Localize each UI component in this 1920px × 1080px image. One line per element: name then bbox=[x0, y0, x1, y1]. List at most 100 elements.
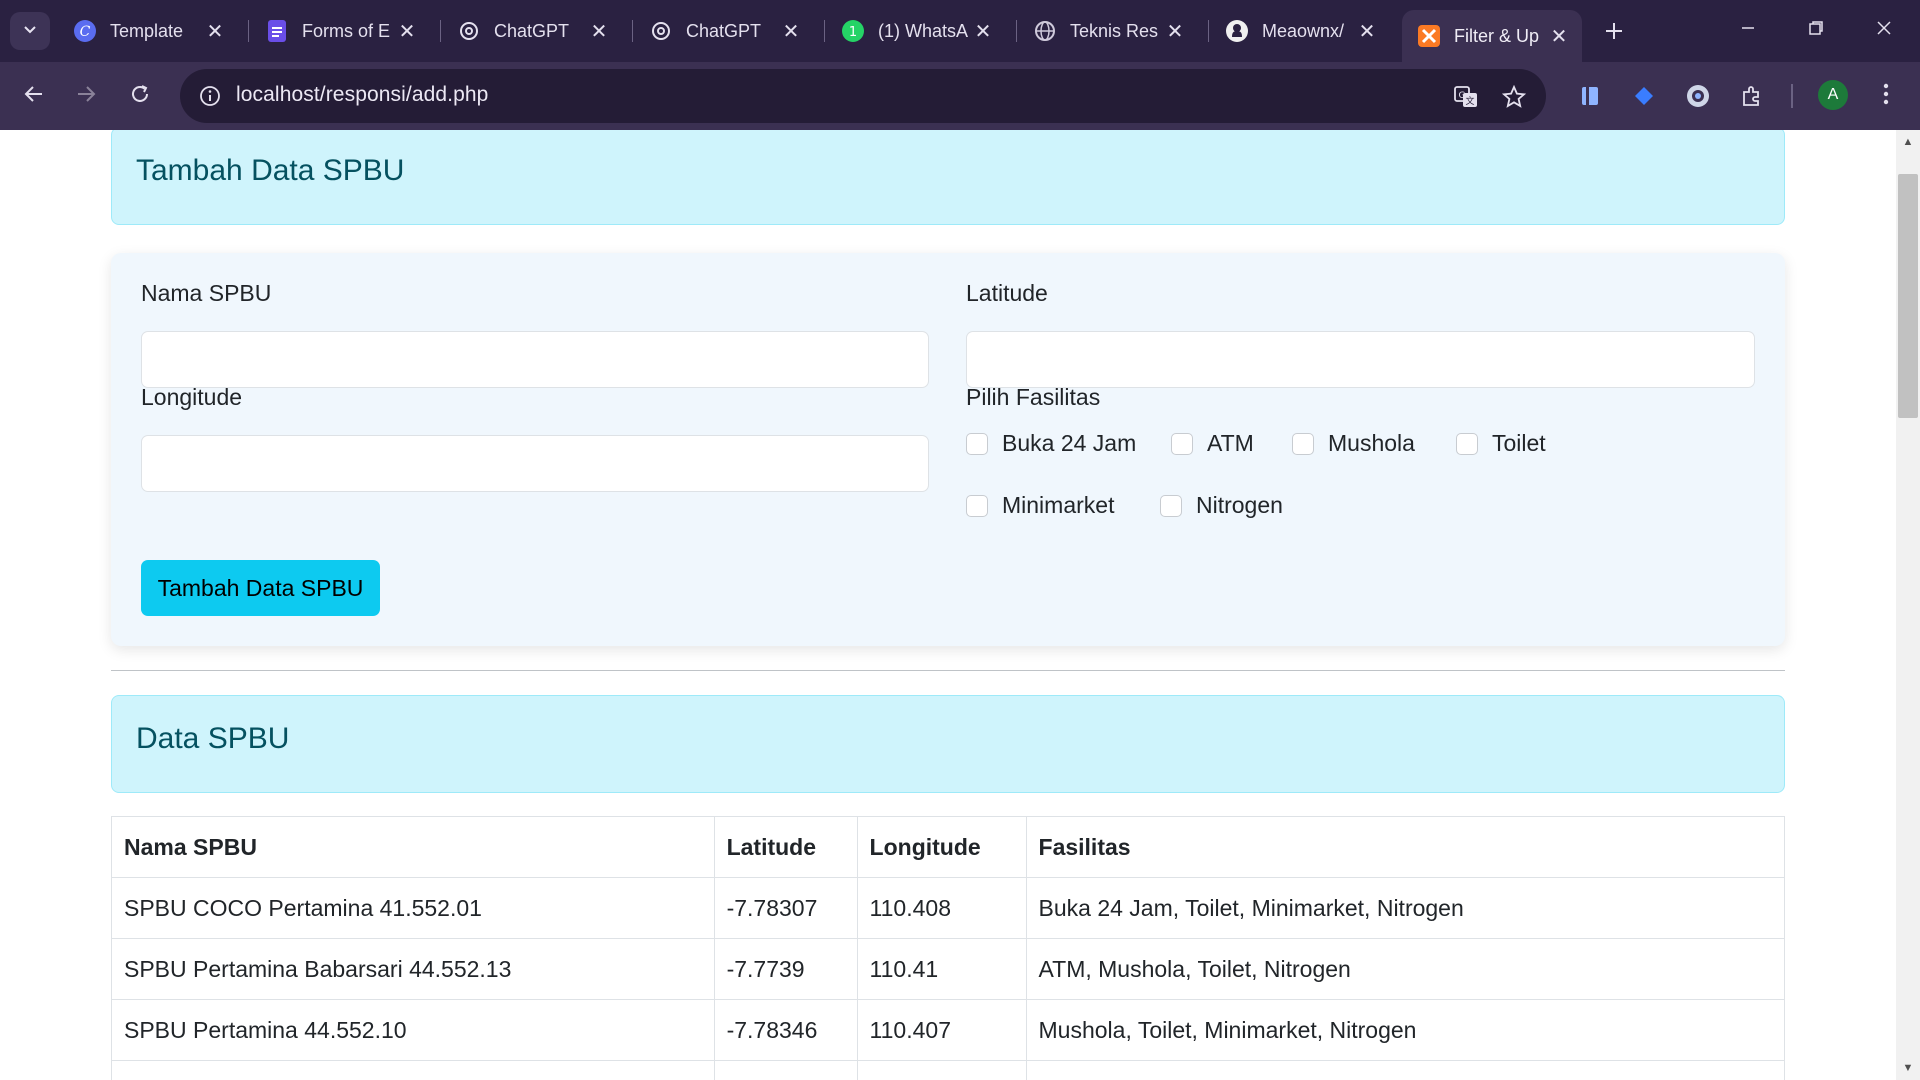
browser-tab[interactable]: Teknis Res ✕ bbox=[1018, 10, 1198, 52]
fasilitas-checkbox-buka-24-jam[interactable]: Buka 24 Jam bbox=[966, 430, 1136, 457]
close-icon[interactable]: ✕ bbox=[778, 19, 804, 44]
add-spbu-form: Nama SPBU Latitude Longitude Pilih Fasil… bbox=[111, 253, 1785, 646]
section-divider bbox=[111, 670, 1785, 671]
back-button[interactable] bbox=[12, 74, 56, 118]
table-cell: SPBU COCO Pertamina 41.552.01 bbox=[111, 877, 715, 939]
tab-divider bbox=[1016, 20, 1017, 42]
tab-title: Teknis Res bbox=[1070, 20, 1159, 41]
scroll-down-arrow-icon[interactable]: ▼ bbox=[1902, 1062, 1914, 1074]
checkbox[interactable] bbox=[1292, 432, 1314, 455]
close-icon[interactable]: ✕ bbox=[1354, 19, 1380, 44]
toolbar-divider bbox=[1791, 84, 1793, 108]
data-heading: Data SPBU bbox=[136, 722, 290, 755]
browser-tab[interactable]: Forms of E ✕ bbox=[250, 10, 430, 52]
chatgpt-icon bbox=[456, 18, 482, 44]
browser-tab[interactable]: C Template ✕ bbox=[58, 10, 238, 52]
close-icon[interactable]: ✕ bbox=[394, 19, 420, 44]
tab-search-button[interactable] bbox=[10, 12, 50, 50]
reload-button[interactable] bbox=[118, 74, 162, 118]
scroll-up-arrow-icon[interactable]: ▲ bbox=[1902, 136, 1914, 148]
table-cell: -7.78346 bbox=[713, 999, 858, 1061]
extension-circle-icon[interactable] bbox=[1681, 79, 1715, 113]
page-scrollbar[interactable]: ▲ ▼ bbox=[1896, 130, 1920, 1080]
table-cell bbox=[856, 1060, 1027, 1080]
checkbox[interactable] bbox=[1160, 494, 1182, 517]
table-cell: ATM, Mushola, Toilet, Nitrogen bbox=[1025, 938, 1786, 1000]
fasilitas-checkbox-toilet[interactable]: Toilet bbox=[1456, 430, 1546, 457]
table-cell: Mushola, Toilet, Minimarket, Nitrogen bbox=[1025, 999, 1786, 1061]
tab-title: (1) WhatsA bbox=[878, 20, 969, 41]
tab-title: Template bbox=[110, 20, 184, 41]
table-cell: 110.41 bbox=[856, 938, 1027, 1000]
minimize-button[interactable] bbox=[1720, 10, 1776, 50]
checkbox[interactable] bbox=[1171, 432, 1193, 455]
tab-title: ChatGPT bbox=[686, 20, 762, 41]
svg-text:C: C bbox=[80, 24, 91, 40]
fasilitas-checkbox-atm[interactable]: ATM bbox=[1171, 430, 1254, 457]
checkbox[interactable] bbox=[966, 432, 988, 455]
close-icon[interactable]: ✕ bbox=[586, 19, 612, 44]
latitude-label: Latitude bbox=[966, 280, 1048, 306]
browser-tab[interactable]: 1 (1) WhatsA ✕ bbox=[826, 10, 1006, 52]
browser-tab[interactable]: ChatGPT ✕ bbox=[442, 10, 622, 52]
close-icon[interactable]: ✕ bbox=[202, 19, 228, 44]
table-cell: SPBU Pertamina 44.552.10 bbox=[111, 999, 715, 1061]
close-icon[interactable]: ✕ bbox=[1162, 19, 1188, 44]
chatgpt-icon bbox=[648, 18, 674, 44]
table-header-row: Nama SPBU Latitude Longitude Fasilitas bbox=[111, 816, 1786, 878]
extension-diamond-icon[interactable] bbox=[1627, 79, 1661, 113]
reading-list-icon[interactable] bbox=[1573, 79, 1607, 113]
chevron-down-icon bbox=[22, 21, 38, 42]
longitude-input[interactable] bbox=[141, 435, 929, 492]
new-tab-button[interactable] bbox=[1596, 14, 1632, 50]
fasilitas-label: Pilih Fasilitas bbox=[966, 384, 1101, 410]
checkbox-label: Nitrogen bbox=[1196, 492, 1283, 518]
checkbox[interactable] bbox=[966, 494, 988, 517]
table-cell: 110.408 bbox=[856, 877, 1027, 939]
tab-title: ChatGPT bbox=[494, 20, 570, 41]
browser-tab-strip: C Template ✕ Forms of E ✕ ChatGPT ✕ Chat… bbox=[0, 0, 1920, 62]
table-cell: -7.7739 bbox=[713, 938, 858, 1000]
svg-text:G: G bbox=[1459, 91, 1466, 101]
address-bar[interactable]: localhost/responsi/add.php 文G bbox=[180, 69, 1546, 123]
scrollbar-thumb[interactable] bbox=[1898, 174, 1918, 418]
nama-spbu-input[interactable] bbox=[141, 331, 929, 388]
fasilitas-checkbox-minimarket[interactable]: Minimarket bbox=[966, 492, 1114, 519]
column-header: Nama SPBU bbox=[111, 816, 715, 878]
browser-tab[interactable]: Meaownx/ ✕ bbox=[1210, 10, 1390, 52]
close-icon[interactable]: ✕ bbox=[1546, 24, 1572, 49]
browser-menu-button[interactable] bbox=[1870, 79, 1902, 113]
tab-divider bbox=[632, 20, 633, 42]
tab-divider bbox=[248, 20, 249, 42]
fasilitas-checkbox-mushola[interactable]: Mushola bbox=[1292, 430, 1415, 457]
add-heading-alert: Tambah Data SPBU bbox=[111, 130, 1785, 225]
translate-icon[interactable]: 文G bbox=[1450, 81, 1482, 113]
checkbox-label: ATM bbox=[1207, 430, 1254, 456]
extensions-puzzle-icon[interactable] bbox=[1735, 79, 1769, 113]
browser-tab[interactable]: ChatGPT ✕ bbox=[634, 10, 814, 52]
fasilitas-checkbox-nitrogen[interactable]: Nitrogen bbox=[1160, 492, 1283, 519]
checkbox-label: Buka 24 Jam bbox=[1002, 430, 1137, 456]
table-cell bbox=[1025, 1060, 1786, 1080]
table-cell: 110.407 bbox=[856, 999, 1027, 1061]
globe-icon bbox=[1032, 18, 1058, 44]
table-cell: -7.78307 bbox=[713, 877, 858, 939]
reload-icon bbox=[129, 83, 151, 110]
tambah-data-button[interactable]: Tambah Data SPBU bbox=[141, 560, 380, 616]
close-window-button[interactable] bbox=[1856, 10, 1912, 50]
more-vertical-icon bbox=[1882, 82, 1890, 111]
star-icon[interactable] bbox=[1498, 81, 1530, 113]
info-icon[interactable] bbox=[196, 82, 224, 110]
arrow-left-icon bbox=[23, 83, 45, 110]
close-icon[interactable]: ✕ bbox=[970, 19, 996, 44]
browser-tab-active[interactable]: Filter & Up ✕ bbox=[1402, 10, 1582, 62]
latitude-input[interactable] bbox=[966, 331, 1755, 388]
forward-button[interactable] bbox=[64, 74, 108, 118]
nama-spbu-label: Nama SPBU bbox=[141, 280, 272, 306]
restore-button[interactable] bbox=[1788, 10, 1844, 50]
avatar-initial: A bbox=[1827, 86, 1839, 103]
profile-avatar[interactable]: A bbox=[1818, 80, 1848, 110]
checkbox[interactable] bbox=[1456, 432, 1478, 455]
address-url: localhost/responsi/add.php bbox=[236, 83, 489, 106]
xampp-icon bbox=[1416, 23, 1442, 49]
